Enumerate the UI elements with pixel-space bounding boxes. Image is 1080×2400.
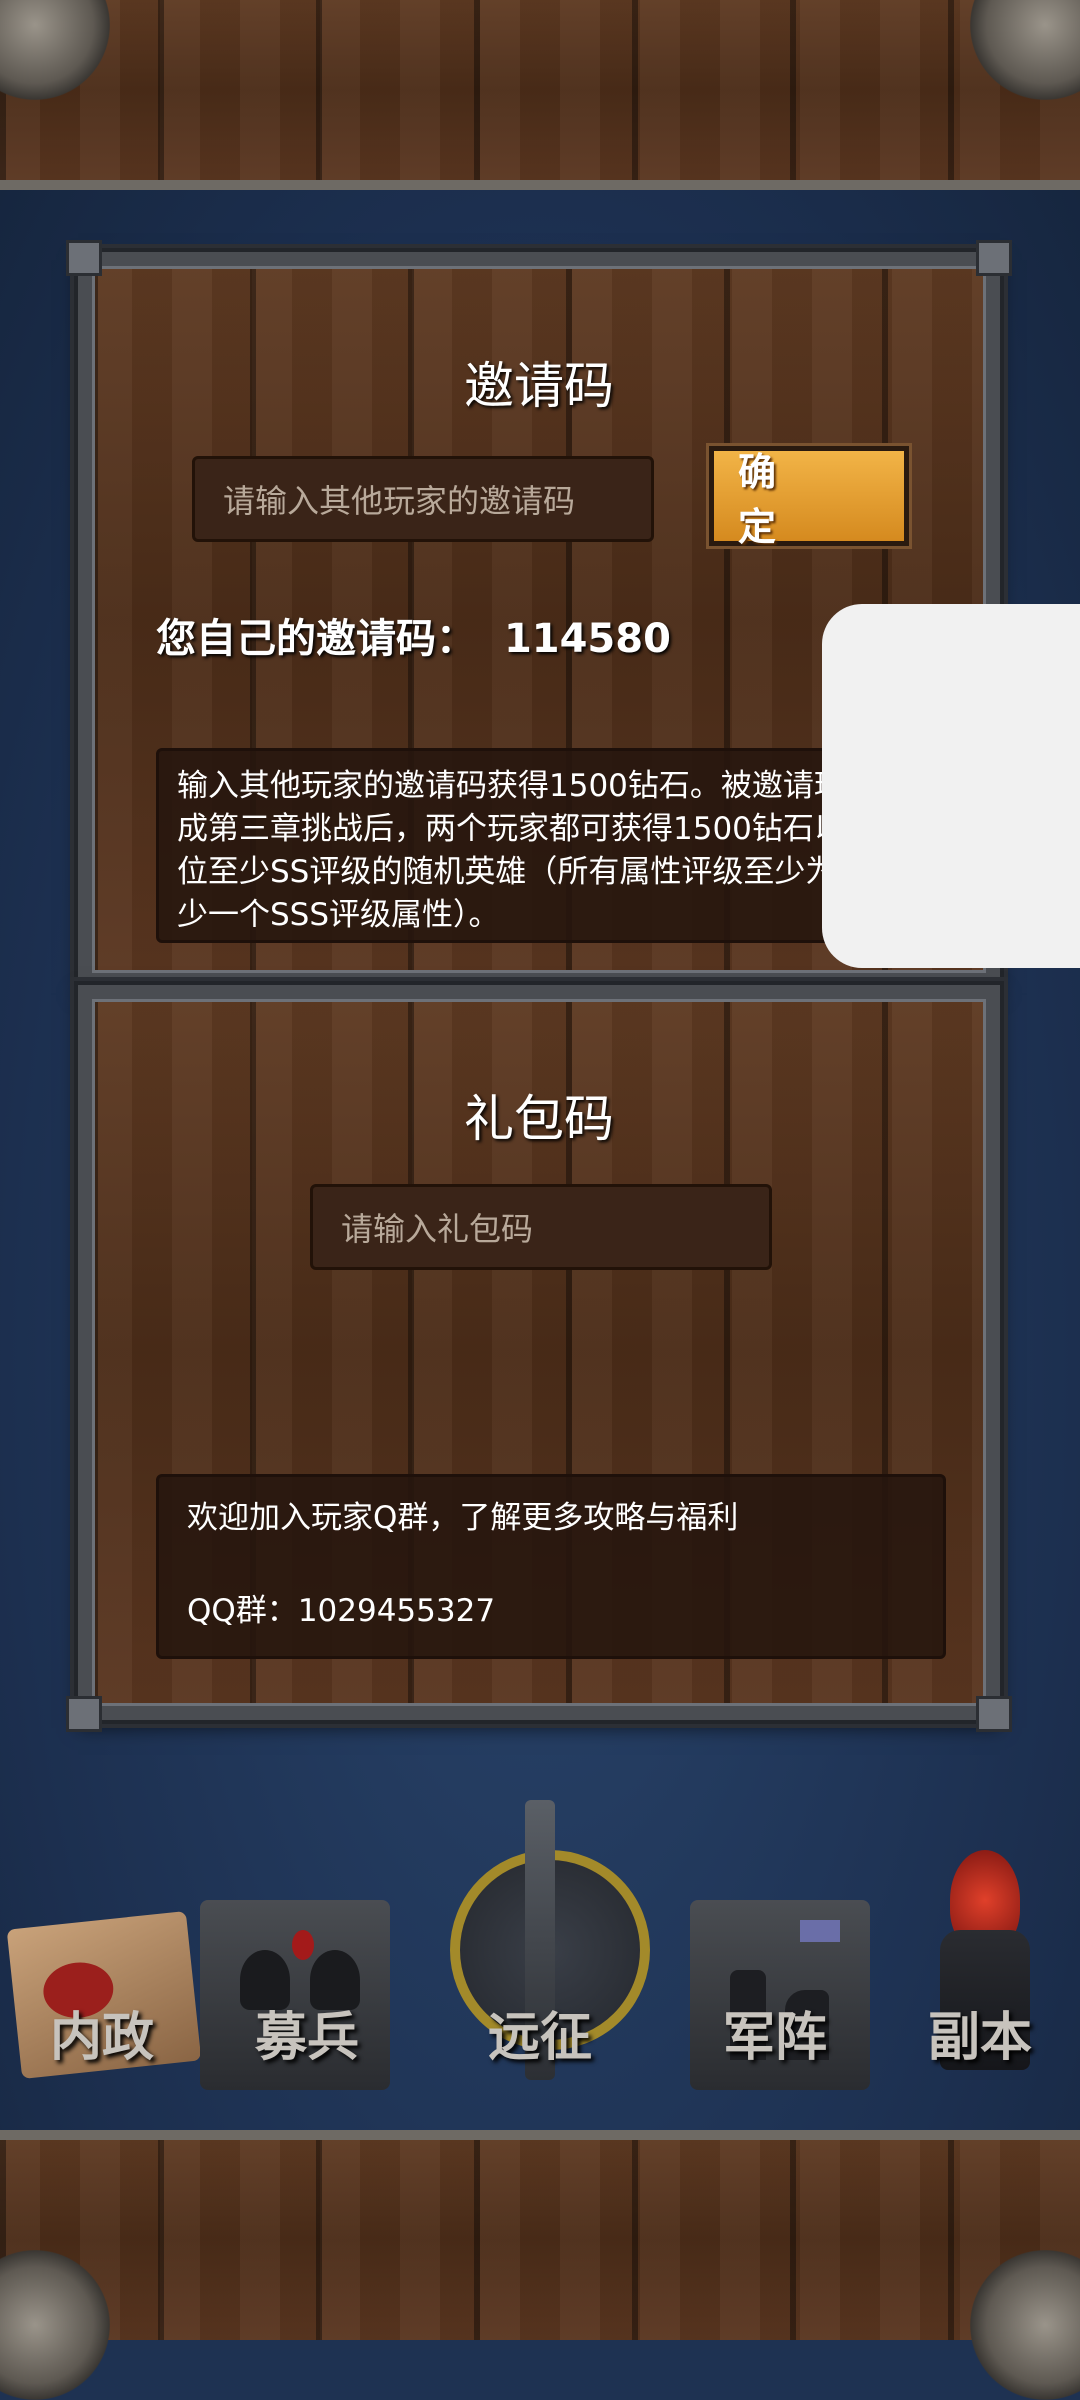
bottom-right-ornament-icon (970, 2250, 1080, 2400)
gift-code-panel: 礼包码 请输入礼包码 欢迎加入玩家Q群，了解更多攻略与福利 QQ群：102945… (66, 981, 1012, 1732)
frame-bolt-icon (976, 240, 1012, 276)
own-code-value: 114580 (503, 616, 671, 662)
flag-icon (800, 1920, 840, 1942)
nav-item-junzhen[interactable]: 军阵 (675, 1995, 875, 2070)
plume-icon (292, 1930, 314, 1960)
qq-group-label: QQ群： (187, 1593, 298, 1629)
top-wooden-bar (0, 0, 1080, 190)
floating-overlay-card[interactable] (822, 604, 1080, 968)
gift-code-placeholder: 请输入礼包码 (341, 1210, 534, 1248)
frame-bolt-icon (66, 1696, 102, 1732)
nav-item-yuanzheng[interactable]: 远征 (440, 1995, 640, 2070)
bottom-wooden-bar (0, 2130, 1080, 2400)
nav-item-mubing[interactable]: 募兵 (207, 1995, 407, 2070)
gift-code-input[interactable]: 请输入礼包码 (310, 1184, 772, 1270)
top-right-ornament-icon (970, 0, 1080, 100)
bottom-left-ornament-icon (0, 2250, 110, 2400)
nav-item-fuben[interactable]: 副本 (880, 1995, 1080, 2070)
frame-bolt-icon (66, 240, 102, 276)
qq-group-line: QQ群：1029455327 (187, 1590, 915, 1633)
nav-item-neizheng[interactable]: 内政 (2, 1995, 202, 2070)
frame-bolt-icon (976, 1696, 1012, 1732)
qq-group-number[interactable]: 1029455327 (298, 1593, 495, 1629)
gift-title: 礼包码 (464, 1090, 614, 1148)
confirm-button[interactable]: 确 定 (706, 443, 912, 549)
invite-code-input[interactable]: 请输入其他玩家的邀请码 (192, 456, 654, 542)
invite-description: 输入其他玩家的邀请码获得1500钻石。被邀请玩家完成第三章挑战后，两个玩家都可获… (177, 768, 919, 933)
invite-title: 邀请码 (464, 357, 614, 415)
invite-code-placeholder: 请输入其他玩家的邀请码 (223, 482, 576, 520)
top-left-ornament-icon (0, 0, 110, 100)
welcome-text: 欢迎加入玩家Q群，了解更多攻略与福利 (187, 1500, 739, 1536)
own-code-label: 您自己的邀请码： (156, 616, 476, 662)
own-invite-code: 您自己的邀请码： 114580 (156, 606, 671, 664)
qq-group-box: 欢迎加入玩家Q群，了解更多攻略与福利 QQ群：1029455327 (156, 1474, 946, 1659)
